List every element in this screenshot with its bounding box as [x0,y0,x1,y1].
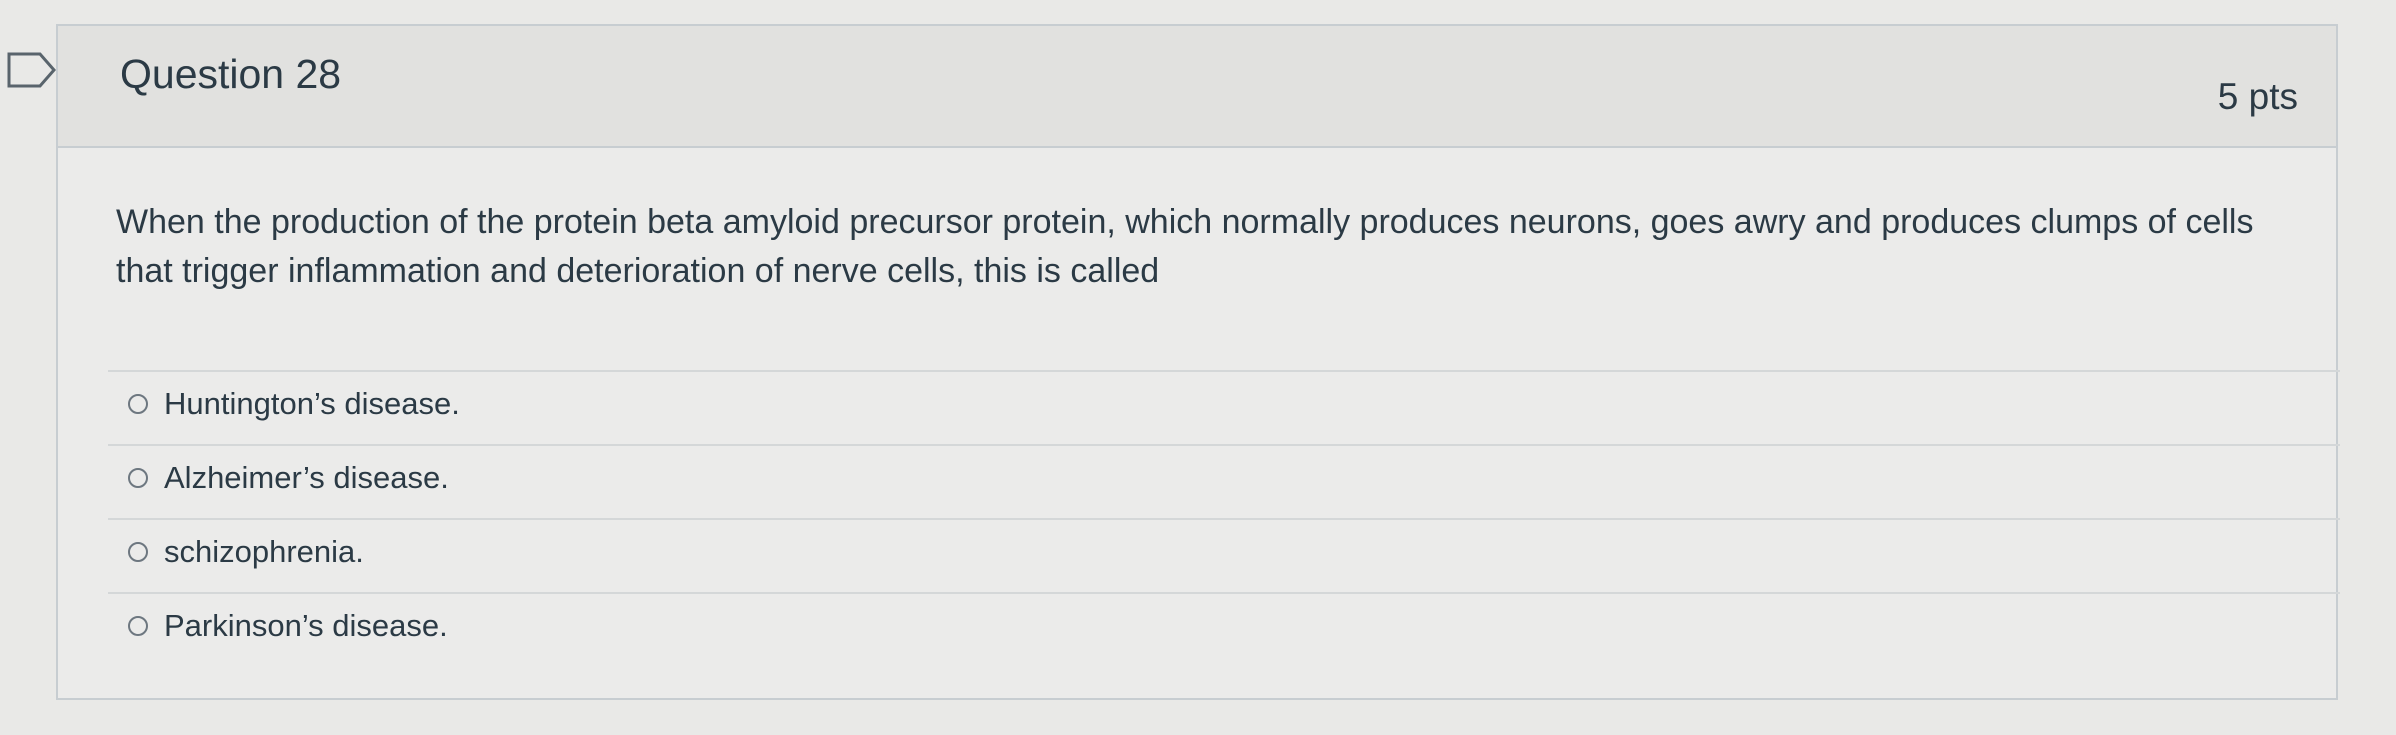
answer-label[interactable]: Alzheimer’s disease. [164,460,449,496]
answer-label[interactable]: schizophrenia. [164,534,364,570]
answer-option-schizophrenia[interactable]: schizophrenia. [108,518,2340,592]
question-header: Question 28 5 pts [58,26,2336,148]
answer-label[interactable]: Huntington’s disease. [164,386,460,422]
bookmark-flag-icon[interactable] [6,50,58,90]
question-points: 5 pts [2217,76,2298,117]
answer-list: Huntington’s disease. Alzheimer’s diseas… [108,370,2340,666]
radio-button-icon[interactable] [128,468,148,488]
radio-button-icon[interactable] [128,394,148,414]
answer-label[interactable]: Parkinson’s disease. [164,608,448,644]
question-title: Question 28 [120,51,342,97]
radio-button-icon[interactable] [128,616,148,636]
question-card: Question 28 5 pts When the production of… [56,24,2340,700]
radio-button-icon[interactable] [128,542,148,562]
answer-option-alzheimers[interactable]: Alzheimer’s disease. [108,444,2340,518]
answer-option-parkinsons[interactable]: Parkinson’s disease. [108,592,2340,666]
answer-option-huntingtons[interactable]: Huntington’s disease. [108,370,2340,444]
question-text: When the production of the protein beta … [116,203,2254,290]
